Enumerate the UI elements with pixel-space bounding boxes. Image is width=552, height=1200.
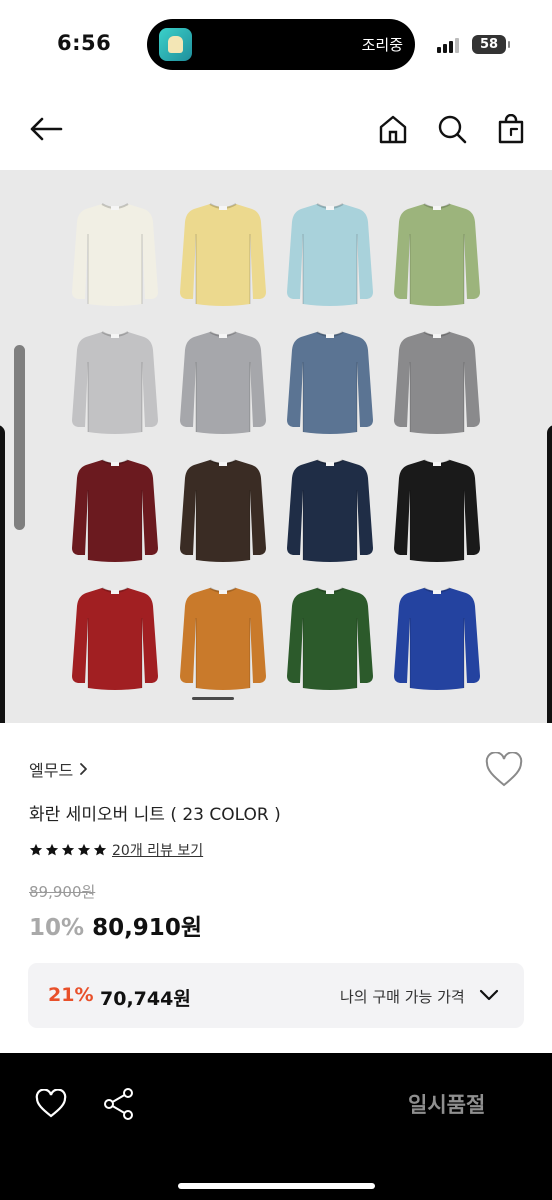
rating-row: 20개 리뷰 보기: [29, 840, 203, 860]
sweater-swatch: [180, 459, 266, 562]
sweater-swatch: [72, 459, 158, 562]
sweater-swatch: [287, 587, 373, 690]
sweater-swatch: [72, 203, 158, 306]
share-icon[interactable]: [103, 1087, 135, 1121]
my-price-label: 나의 구매 가능 가격: [340, 988, 465, 1006]
search-button[interactable]: [432, 109, 472, 149]
sweater-swatch: [394, 587, 480, 690]
chevron-down-icon: [479, 989, 499, 1001]
screen-edge-left: [0, 425, 5, 723]
search-icon: [438, 115, 467, 144]
signal-icon: [437, 37, 463, 53]
review-link[interactable]: 20개 리뷰 보기: [112, 840, 203, 860]
sweater-swatch: [180, 331, 266, 434]
live-activity-text: 조리중: [361, 36, 403, 54]
product-image-carousel[interactable]: [0, 170, 552, 723]
star-icon: [61, 843, 75, 856]
screen-edge-right: [547, 425, 552, 723]
home-indicator: [178, 1183, 375, 1189]
shopping-bag-icon: [498, 114, 524, 144]
sale-price: 80,910원: [92, 915, 202, 941]
status-bar: 6:56 조리중 58: [0, 0, 552, 92]
original-price: 89,900원: [29, 883, 96, 901]
my-price-value: 70,744원: [100, 988, 191, 1010]
sold-out-label: 일시품절: [408, 1093, 486, 1117]
sweater-swatch: [180, 203, 266, 306]
sweater-swatch: [180, 587, 266, 690]
bottom-action-bar: 일시품절: [0, 1053, 552, 1200]
back-button[interactable]: [26, 109, 66, 149]
brand-link[interactable]: 엘무드: [29, 757, 88, 781]
price-row: 10% 80,910원: [29, 908, 202, 942]
star-icon: [93, 843, 107, 856]
chevron-right-icon: [80, 763, 88, 775]
sweater-swatch: [287, 459, 373, 562]
my-price-dropdown[interactable]: 21% 70,744원 나의 구매 가능 가격: [28, 963, 524, 1028]
status-time: 6:56: [57, 31, 112, 55]
wishlist-heart-icon[interactable]: [35, 1089, 67, 1119]
sweater-swatch: [394, 331, 480, 434]
star-icon: [45, 843, 59, 856]
arrow-left-icon: [30, 117, 63, 141]
carousel-page-indicator: [192, 697, 234, 700]
app-icon: [159, 28, 192, 61]
scroll-indicator[interactable]: [14, 345, 25, 530]
sweater-swatch: [72, 331, 158, 434]
sweater-swatch: [394, 203, 480, 306]
home-icon: [379, 115, 407, 144]
app-header: [0, 92, 552, 170]
brand-name: 엘무드: [29, 761, 74, 780]
star-icon: [29, 843, 43, 856]
my-price-rate: 21%: [48, 984, 94, 1006]
product-title: 화란 세미오버 니트 ( 23 COLOR ): [29, 805, 281, 825]
home-button[interactable]: [373, 109, 413, 149]
rating-stars: [29, 843, 107, 857]
wishlist-heart-icon[interactable]: [485, 752, 523, 788]
sweater-swatch: [394, 459, 480, 562]
battery-icon: 58: [472, 35, 510, 54]
sweater-swatch: [287, 331, 373, 434]
star-icon: [77, 843, 91, 856]
cart-button[interactable]: [491, 109, 531, 149]
dynamic-island[interactable]: 조리중: [147, 19, 415, 70]
sweater-swatch: [72, 587, 158, 690]
discount-rate: 10%: [29, 915, 85, 941]
sweater-swatch: [287, 203, 373, 306]
